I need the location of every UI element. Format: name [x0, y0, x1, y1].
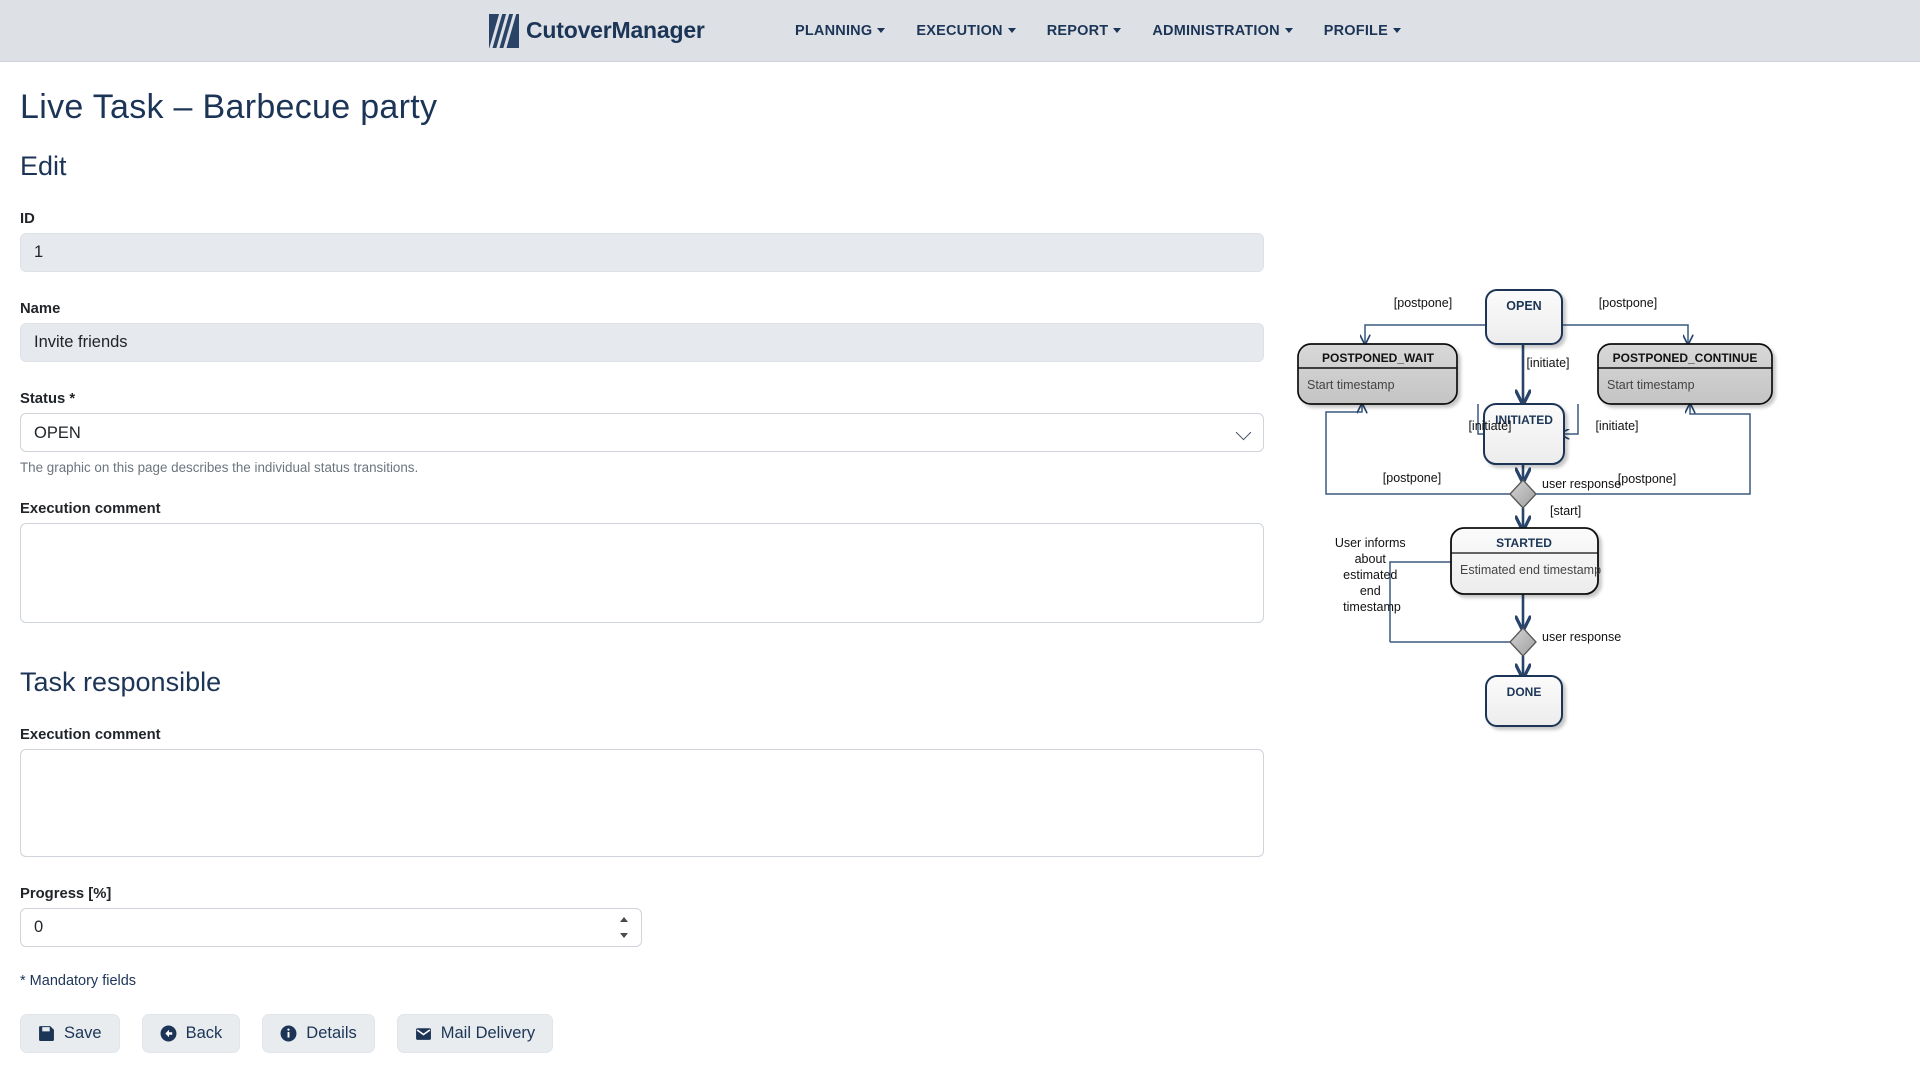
progress-field-wrapper: [20, 908, 642, 947]
diagram-decision-1-label: user response: [1542, 477, 1621, 491]
chevron-down-icon: [1007, 28, 1016, 33]
diagram-node-started-title: STARTED: [1496, 536, 1552, 550]
mandatory-fields-note: * Mandatory fields: [20, 973, 137, 989]
name-field[interactable]: [20, 323, 1264, 362]
diagram-edge-label-postpone-left: [postpone]: [1394, 296, 1452, 310]
nav-item-report-label: REPORT: [1046, 22, 1109, 39]
execution-comment-responsible-textarea[interactable]: [20, 749, 1264, 857]
diagram-edge-label-postpone-right: [postpone]: [1599, 296, 1657, 310]
page-title: Live Task – Barbecue party: [20, 88, 438, 126]
stepper-up-icon[interactable]: [620, 917, 628, 922]
diagram-decision-2-label: user response: [1542, 630, 1621, 644]
nav-item-administration-label: ADMINISTRATION: [1152, 22, 1280, 39]
diagram-node-postponed-continue-body: Start timestamp: [1607, 378, 1695, 392]
diagram-node-postponed-continue-title: POSTPONED_CONTINUE: [1613, 351, 1758, 365]
section-title-task-responsible: Task responsible: [20, 667, 222, 697]
nav-links: PLANNING EXECUTION REPORT ADMINISTRATION…: [795, 23, 1401, 39]
stepper-down-icon[interactable]: [620, 933, 628, 938]
diagram-edge-label-initiate-open: [initiate]: [1526, 356, 1569, 370]
nav-item-planning[interactable]: PLANNING: [795, 22, 886, 39]
svg-text:User informs about: User informs about estimated end timesta…: [1335, 536, 1409, 614]
status-help-text: The graphic on this page describes the i…: [20, 460, 419, 475]
nav-item-execution[interactable]: EXECUTION: [916, 22, 1016, 39]
top-navbar: CutoverManager PLANNING EXECUTION REPORT…: [0, 0, 1920, 62]
diagram-edge-label-start: [start]: [1550, 504, 1581, 518]
chevron-down-icon: [1393, 28, 1401, 33]
name-label: Name: [20, 301, 61, 317]
execution-comment-responsible-label: Execution comment: [20, 727, 161, 743]
chevron-down-icon: [1284, 28, 1293, 33]
status-select[interactable]: OPEN: [20, 413, 1264, 452]
diagram-node-open-title: OPEN: [1506, 299, 1541, 313]
execution-comment-textarea[interactable]: [20, 523, 1264, 623]
save-button[interactable]: Save: [20, 1014, 120, 1053]
diagram-edge-label-postpone-wait-loop: [postpone]: [1383, 471, 1441, 485]
back-button-label: Back: [185, 1024, 223, 1042]
section-title-edit: Edit: [20, 151, 67, 181]
diagram-node-postponed-wait-body: Start timestamp: [1307, 378, 1395, 392]
chevron-down-icon: [1113, 28, 1122, 33]
id-label: ID: [20, 211, 35, 227]
diagram-edge-label-postpone-continue-loop: [postpone]: [1618, 472, 1676, 486]
status-transition-diagram: OPEN POSTPONED_WAIT Start timestamp POST…: [1290, 272, 1890, 792]
diagram-node-done: [1485, 675, 1563, 727]
nav-item-profile[interactable]: PROFILE: [1324, 23, 1401, 39]
nav-item-profile-label: PROFILE: [1323, 22, 1388, 39]
diagonal-slashes-logo-icon: [489, 13, 519, 48]
mail-delivery-button[interactable]: Mail Delivery: [396, 1014, 554, 1053]
diagram-edge-label-initiate-continue: [initiate]: [1595, 419, 1638, 433]
form-action-buttons: Save Back Details Mail Delivery: [20, 1014, 1264, 1053]
diagram-node-done-title: DONE: [1507, 685, 1542, 699]
progress-input[interactable]: [20, 908, 642, 947]
nav-item-planning-label: PLANNING: [795, 22, 873, 39]
save-button-label: Save: [64, 1024, 102, 1042]
diagram-node-started-body: Estimated end timestamp: [1460, 563, 1601, 577]
quantity-stepper[interactable]: [618, 917, 630, 938]
execution-comment-label: Execution comment: [20, 501, 161, 517]
info-circle-icon: [280, 1025, 297, 1042]
diagram-node-postponed-wait-title: POSTPONED_WAIT: [1322, 351, 1435, 365]
details-button-label: Details: [306, 1024, 357, 1042]
mail-delivery-button-label: Mail Delivery: [440, 1024, 536, 1042]
nav-item-report[interactable]: REPORT: [1047, 23, 1122, 39]
diagram-note: User informs about estimated end timesta…: [1335, 536, 1409, 614]
diagram-decision-2: [1509, 627, 1537, 657]
page-body: Live Task – Barbecue party Edit ID Name …: [0, 62, 1920, 1053]
brand-logo-link[interactable]: CutoverManager: [489, 13, 705, 48]
floppy-disk-icon: [39, 1026, 54, 1041]
nav-item-administration[interactable]: ADMINISTRATION: [1152, 22, 1293, 39]
back-button[interactable]: Back: [141, 1014, 241, 1053]
id-field[interactable]: [20, 233, 1264, 272]
arrow-left-circle-icon: [160, 1025, 177, 1042]
diagram-edge-label-initiate-wait: [initiate]: [1468, 419, 1511, 433]
chevron-down-icon: [1235, 424, 1252, 441]
diagram-decision-1: [1509, 479, 1537, 509]
chevron-down-icon: [877, 28, 886, 33]
progress-label: Progress [%]: [20, 886, 112, 902]
status-label: Status *: [20, 391, 76, 407]
details-button[interactable]: Details: [262, 1014, 375, 1053]
edit-form: ID Name Status * OPEN The graphic on thi…: [20, 211, 1264, 1053]
nav-item-execution-label: EXECUTION: [916, 22, 1003, 39]
brand-name: CutoverManager: [526, 17, 705, 43]
envelope-icon: [415, 1028, 431, 1040]
status-select-value: OPEN: [34, 423, 81, 442]
